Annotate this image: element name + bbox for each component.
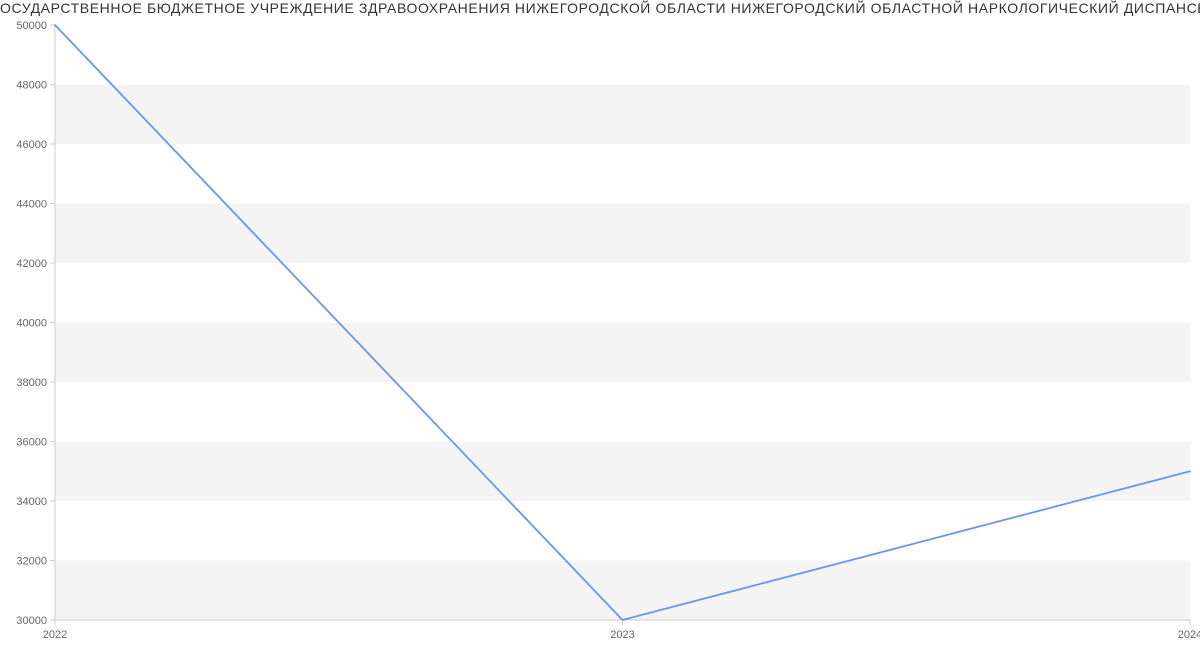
chart-svg: 30000 32000 34000 36000 38000 40000 42000 44000… [0,0,1200,650]
y-tick-label: 30000 [16,615,47,627]
grid-band [55,204,1190,264]
x-tick-label: 2024 [1178,629,1200,641]
y-tick-label: 44000 [16,199,47,211]
chart-container: ОСУДАРСТВЕННОЕ БЮДЖЕТНОЕ УЧРЕЖДЕНИЕ ЗДРА… [0,0,1200,650]
y-tick-label: 50000 [16,20,47,32]
grid-band [55,442,1190,502]
y-tick-label: 36000 [16,437,47,449]
y-tick-label: 40000 [16,318,47,330]
x-tick-label: 2023 [610,629,634,641]
y-tick-label: 32000 [16,556,47,568]
y-tick-label: 38000 [16,377,47,389]
grid-band [55,85,1190,145]
x-tick-label: 2022 [43,629,67,641]
y-tick-label: 42000 [16,258,47,270]
y-tick-label: 34000 [16,496,47,508]
grid-band [55,561,1190,621]
y-tick-label: 48000 [16,80,47,92]
y-tick-label: 46000 [16,139,47,151]
grid-band [55,323,1190,383]
